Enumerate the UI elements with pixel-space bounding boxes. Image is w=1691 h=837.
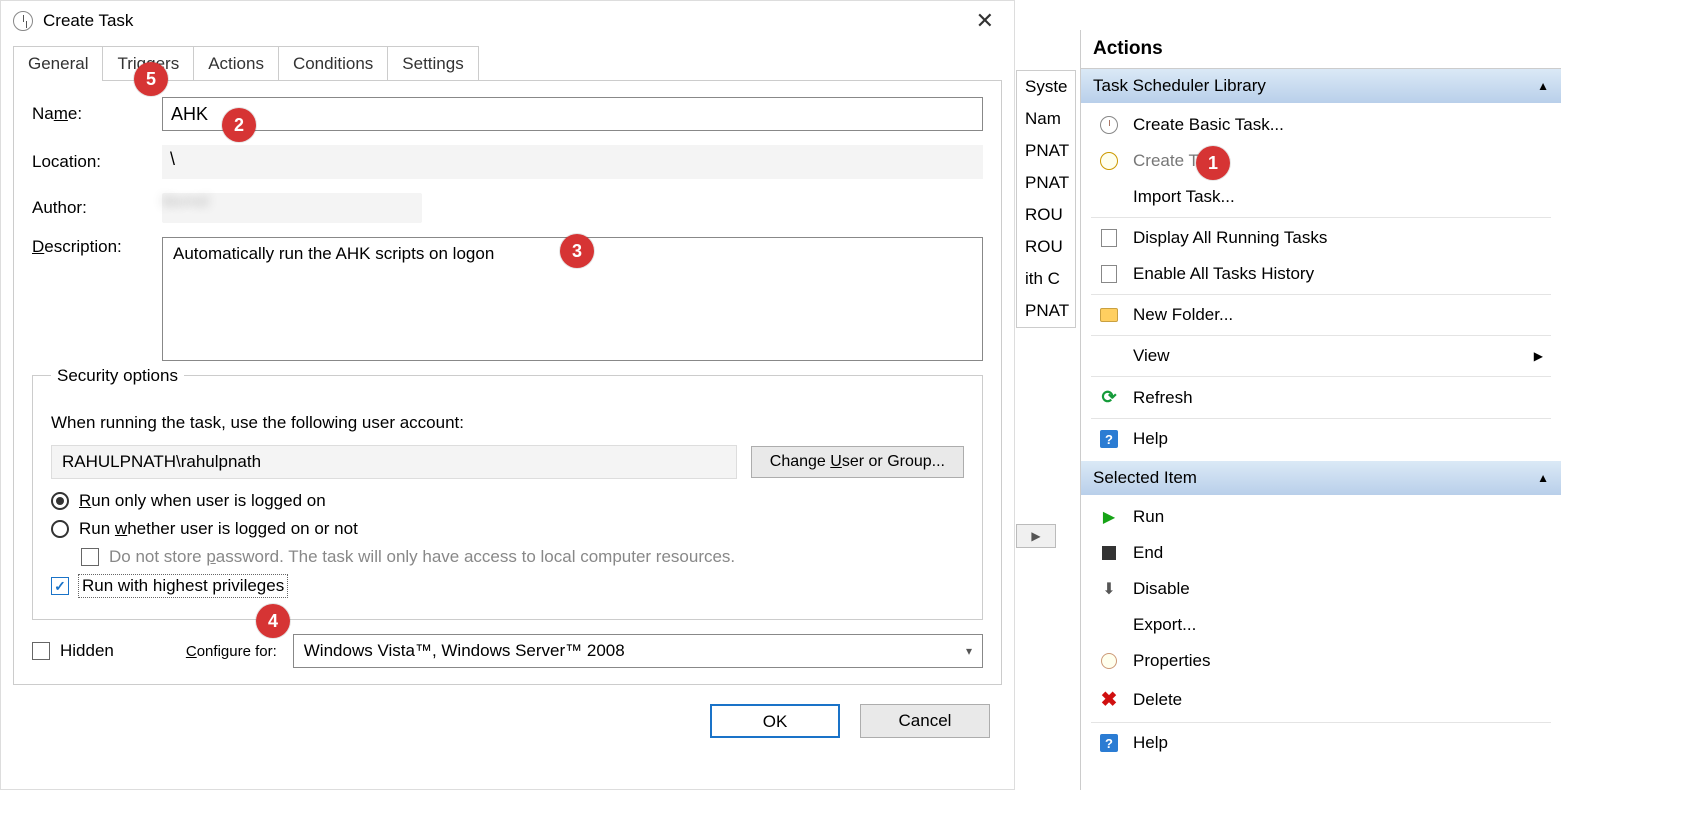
collapse-icon: ▲ bbox=[1537, 471, 1549, 485]
action-new-folder[interactable]: New Folder... bbox=[1081, 297, 1561, 333]
checkbox-icon bbox=[81, 548, 99, 566]
action-view[interactable]: View ▶ bbox=[1081, 338, 1561, 374]
ok-button[interactable]: OK bbox=[710, 704, 840, 738]
folder-icon bbox=[1100, 308, 1118, 322]
play-icon: ▶ bbox=[1099, 507, 1119, 527]
callout-2: 2 bbox=[222, 108, 256, 142]
checkbox-icon bbox=[32, 642, 50, 660]
tab-general[interactable]: General bbox=[13, 46, 103, 81]
checkbox-icon bbox=[51, 577, 69, 595]
action-create-basic-task[interactable]: Create Basic Task... bbox=[1081, 107, 1561, 143]
action-disable[interactable]: ⬇ Disable bbox=[1081, 571, 1561, 607]
configure-for-label: Configure for: bbox=[186, 643, 277, 660]
refresh-icon: ⟳ bbox=[1099, 387, 1119, 408]
radio-icon bbox=[51, 492, 69, 510]
scroll-right-button[interactable]: ▶ bbox=[1016, 524, 1056, 548]
action-export[interactable]: Export... bbox=[1081, 607, 1561, 643]
page-icon bbox=[1101, 265, 1117, 283]
title-bar: Create Task ✕ bbox=[1, 1, 1014, 41]
callout-1: 1 bbox=[1196, 146, 1230, 180]
chevron-right-icon: ▶ bbox=[1534, 349, 1543, 363]
clock-icon bbox=[1100, 116, 1118, 134]
action-import-task[interactable]: Import Task... bbox=[1081, 179, 1561, 215]
properties-icon bbox=[1101, 653, 1117, 669]
help-icon: ? bbox=[1100, 430, 1118, 448]
action-delete[interactable]: ✖ Delete bbox=[1081, 679, 1561, 720]
create-task-dialog: Create Task ✕ General Triggers Actions C… bbox=[0, 0, 1015, 790]
general-tab-panel: Name: Location: \ Author: blurred Descri… bbox=[13, 80, 1002, 685]
user-account-display: RAHULPNATH\rahulpnath bbox=[51, 445, 737, 479]
section-selected-item[interactable]: Selected Item ▲ bbox=[1081, 461, 1561, 495]
action-refresh[interactable]: ⟳ Refresh bbox=[1081, 379, 1561, 416]
dialog-title: Create Task bbox=[43, 11, 133, 31]
author-label: Author: bbox=[32, 198, 162, 218]
library-actions-list: Create Basic Task... Create T... Import … bbox=[1081, 103, 1561, 461]
tab-actions[interactable]: Actions bbox=[193, 46, 279, 81]
name-input[interactable] bbox=[162, 97, 983, 131]
action-display-running-tasks[interactable]: Display All Running Tasks bbox=[1081, 220, 1561, 256]
clock-icon bbox=[13, 11, 33, 31]
actions-pane: Actions Task Scheduler Library ▲ Create … bbox=[1080, 30, 1561, 790]
delete-icon: ✖ bbox=[1099, 687, 1119, 712]
security-options-legend: Security options bbox=[51, 366, 184, 386]
help-icon: ? bbox=[1100, 734, 1118, 752]
author-value-blurred: blurred bbox=[162, 193, 422, 223]
checkbox-do-not-store-password: Do not store password. The task will onl… bbox=[81, 547, 964, 567]
tab-conditions[interactable]: Conditions bbox=[278, 46, 388, 81]
section-task-scheduler-library[interactable]: Task Scheduler Library ▲ bbox=[1081, 69, 1561, 103]
radio-run-when-logged-on[interactable]: Run only when user is logged on bbox=[51, 491, 964, 511]
callout-5: 5 bbox=[134, 62, 168, 96]
close-button[interactable]: ✕ bbox=[968, 6, 1002, 36]
actions-pane-title: Actions bbox=[1081, 30, 1561, 69]
radio-icon bbox=[51, 520, 69, 538]
action-help-selected[interactable]: ? Help bbox=[1081, 725, 1561, 761]
location-value: \ bbox=[162, 145, 983, 179]
stop-icon bbox=[1102, 546, 1116, 560]
action-end[interactable]: End bbox=[1081, 535, 1561, 571]
tab-settings[interactable]: Settings bbox=[387, 46, 478, 81]
collapse-icon: ▲ bbox=[1537, 79, 1549, 93]
chevron-down-icon: ▾ bbox=[966, 644, 972, 658]
location-label: Location: bbox=[32, 152, 162, 172]
dialog-footer: OK Cancel bbox=[1, 686, 1014, 756]
action-run[interactable]: ▶ Run bbox=[1081, 499, 1561, 535]
change-user-button[interactable]: Change User or Group... bbox=[751, 446, 964, 478]
selected-item-actions-list: ▶ Run End ⬇ Disable Export... Properties… bbox=[1081, 495, 1561, 765]
configure-for-select[interactable]: Windows Vista™, Windows Server™ 2008 ▾ bbox=[293, 634, 983, 668]
clock-gold-icon bbox=[1100, 152, 1118, 170]
name-label: Name: bbox=[32, 104, 162, 124]
action-help[interactable]: ? Help bbox=[1081, 421, 1561, 457]
cancel-button[interactable]: Cancel bbox=[860, 704, 990, 738]
disable-icon: ⬇ bbox=[1099, 579, 1119, 599]
callout-3: 3 bbox=[560, 234, 594, 268]
security-options-group: Security options When running the task, … bbox=[32, 375, 983, 620]
callout-4: 4 bbox=[256, 604, 290, 638]
action-create-task[interactable]: Create T... bbox=[1081, 143, 1561, 179]
radio-run-whether-logged-on[interactable]: Run whether user is logged on or not bbox=[51, 519, 964, 539]
checkbox-run-highest-privileges[interactable]: Run with highest privileges bbox=[51, 575, 964, 597]
action-properties[interactable]: Properties bbox=[1081, 643, 1561, 679]
description-label: Description: bbox=[32, 237, 162, 257]
action-enable-history[interactable]: Enable All Tasks History bbox=[1081, 256, 1561, 292]
security-prompt: When running the task, use the following… bbox=[51, 413, 964, 433]
checkbox-hidden[interactable]: Hidden bbox=[32, 641, 114, 661]
page-icon bbox=[1101, 229, 1117, 247]
background-task-column: Syste Nam PNAT PNAT ROU ROU ith C PNAT bbox=[1016, 70, 1076, 328]
